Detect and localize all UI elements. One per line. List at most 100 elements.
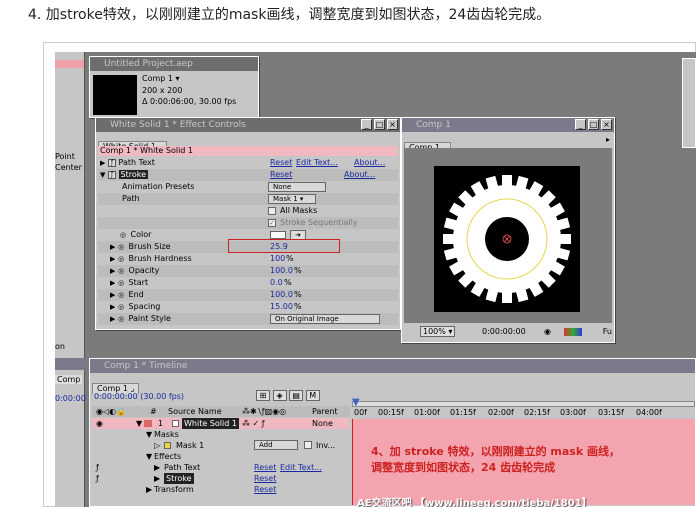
fx-toggle-icon[interactable]: ƒ: [108, 158, 116, 167]
reset-link[interactable]: Reset: [254, 462, 276, 473]
time-display[interactable]: 0:00:00:00: [482, 325, 526, 339]
paint-style-dropdown[interactable]: On Original Image: [270, 314, 380, 324]
motion-blur-icon[interactable]: M: [305, 390, 320, 401]
timeline-time[interactable]: 0:00:00:00 (30.00 fps): [94, 392, 184, 401]
expand-triangle-icon[interactable]: ▶: [154, 462, 160, 473]
start-value[interactable]: 0.0: [270, 277, 283, 289]
left-comp-tab[interactable]: Comp: [55, 375, 83, 384]
effect-name[interactable]: Stroke: [164, 473, 194, 484]
minimize-icon[interactable]: _: [361, 119, 372, 130]
collapse-triangle-icon[interactable]: ▼: [146, 451, 152, 462]
draft-3d-icon[interactable]: ◈: [272, 390, 287, 401]
eye-icon[interactable]: ◉: [96, 418, 103, 429]
reset-link[interactable]: Reset: [254, 484, 276, 495]
effect-row-stroke[interactable]: ▼ ƒ Stroke Reset About...: [98, 169, 398, 181]
comp-canvas[interactable]: [404, 148, 612, 323]
close-icon[interactable]: ×: [387, 119, 398, 130]
expand-triangle-icon[interactable]: ▶: [110, 301, 118, 313]
presets-dropdown[interactable]: None: [268, 182, 326, 192]
expand-triangle-icon[interactable]: ▶: [154, 473, 160, 484]
stopwatch-icon[interactable]: ◎: [118, 265, 126, 277]
path-dropdown[interactable]: Mask 1 ▾: [268, 194, 316, 204]
stopwatch-icon[interactable]: ◎: [118, 253, 126, 265]
effect-row-all-masks[interactable]: All Masks: [98, 205, 398, 217]
invert-checkbox[interactable]: [304, 441, 312, 449]
color-swatch[interactable]: [270, 231, 286, 239]
layer-row-stroke[interactable]: ƒ ▶ Stroke Reset: [92, 473, 350, 484]
stopwatch-icon[interactable]: ◎: [118, 241, 126, 253]
about-link[interactable]: About...: [354, 157, 385, 169]
stopwatch-icon[interactable]: ◎: [120, 229, 128, 241]
expand-triangle-icon[interactable]: ▶: [110, 277, 118, 289]
reset-link[interactable]: Reset: [270, 157, 292, 169]
comp-flowchart-icon[interactable]: ⊞: [256, 390, 270, 401]
expand-triangle-icon[interactable]: ▶: [110, 241, 118, 253]
layer-name[interactable]: White Solid 1: [182, 418, 239, 429]
expand-triangle-icon[interactable]: ▶: [110, 313, 118, 325]
col-parent[interactable]: Parent: [312, 406, 338, 417]
minimize-icon[interactable]: _: [575, 119, 586, 130]
comp-thumbnail: [93, 75, 137, 115]
end-value[interactable]: 100.0: [270, 289, 293, 301]
all-masks-checkbox[interactable]: [268, 207, 276, 215]
panel-menu-icon[interactable]: ▸: [606, 135, 610, 144]
collapse-triangle-icon[interactable]: ▼: [136, 418, 142, 429]
camera-icon[interactable]: ◉: [544, 325, 551, 339]
zoom-dropdown[interactable]: 100% ▾: [420, 326, 456, 337]
frame-blend-icon[interactable]: ▤: [289, 390, 304, 401]
switch-icons[interactable]: ⁂ ✓ ƒ: [242, 418, 265, 429]
mask-mode-dropdown[interactable]: Add: [254, 440, 298, 450]
expand-triangle-icon[interactable]: ▶: [110, 253, 118, 265]
col-source-name[interactable]: Source Name: [168, 406, 222, 417]
stopwatch-icon[interactable]: ◎: [118, 289, 126, 301]
layer-row-white-solid[interactable]: ◉ ▼ 1 White Solid 1 ⁂ ✓ ƒ None: [92, 418, 350, 429]
layer-row-path-text[interactable]: ƒ ▶ Path Text Reset Edit Text...: [92, 462, 350, 473]
expand-triangle-icon[interactable]: ▶: [146, 484, 152, 495]
effect-row-stroke-seq[interactable]: ✓ Stroke Sequentially: [98, 217, 398, 229]
expand-triangle-icon[interactable]: ▶: [110, 265, 118, 277]
viewer-right-label[interactable]: Fu: [603, 325, 612, 339]
gear-render: [434, 166, 580, 312]
expand-triangle-icon[interactable]: ▶: [110, 289, 118, 301]
parent-dropdown[interactable]: None: [312, 418, 333, 429]
reset-link[interactable]: Reset: [254, 473, 276, 484]
about-link[interactable]: About...: [344, 169, 375, 181]
stroke-seq-checkbox[interactable]: ✓: [268, 219, 276, 227]
reset-link[interactable]: Reset: [270, 169, 292, 181]
effect-row-path-text[interactable]: ▶ ƒ Path Text Reset Edit Text... About...: [98, 157, 398, 169]
project-window: Untitled Project.aep Comp 1 ▾ 200 x 200 …: [89, 56, 259, 118]
hardness-value[interactable]: 100: [270, 253, 285, 265]
effect-row-path: Path Mask 1 ▾: [98, 193, 398, 205]
playhead-icon[interactable]: ▼: [352, 397, 360, 408]
layer-row-transform[interactable]: ▶ Transform Reset: [92, 484, 350, 495]
fx-toggle-icon[interactable]: ƒ: [108, 170, 116, 179]
stopwatch-icon[interactable]: ◎: [118, 301, 126, 313]
expand-triangle-icon[interactable]: ▶: [100, 157, 108, 169]
time-ruler[interactable]: 00f 00:15f 01:00f 01:15f 02:00f 02:15f 0…: [352, 397, 695, 419]
effect-name[interactable]: Path Text: [164, 462, 200, 473]
project-comp-name[interactable]: Comp 1 ▾: [142, 74, 180, 83]
mask-name[interactable]: Mask 1: [176, 440, 204, 451]
layer-row-mask-1[interactable]: ▷ Mask 1 Add Inv...: [92, 440, 350, 451]
collapse-triangle-icon[interactable]: ▼: [146, 429, 152, 440]
label-color-icon[interactable]: [144, 420, 152, 427]
maximize-icon[interactable]: □: [374, 119, 385, 130]
opacity-value[interactable]: 100.0: [270, 265, 293, 277]
edit-text-link[interactable]: Edit Text...: [296, 157, 338, 169]
fx-toggle-icon[interactable]: ƒ: [96, 462, 99, 473]
edit-text-link[interactable]: Edit Text...: [280, 462, 322, 473]
spacing-value[interactable]: 15.00: [270, 301, 293, 313]
timeline-track-area[interactable]: 4、加 stroke 特效，以刚刚建立的 mask 画线， 调整宽度到如图状态，…: [352, 419, 695, 507]
stopwatch-icon[interactable]: ◎: [118, 277, 126, 289]
close-icon[interactable]: ×: [601, 119, 612, 130]
effect-row-paint-style: ▶ ◎ Paint Style On Original Image: [98, 313, 398, 325]
mask-color-icon[interactable]: [164, 442, 171, 449]
row-label: Paint Style: [128, 314, 171, 323]
maximize-icon[interactable]: □: [588, 119, 599, 130]
expand-triangle-icon[interactable]: ▷: [154, 440, 160, 451]
color-channel-icon[interactable]: [564, 328, 582, 336]
stopwatch-icon[interactable]: ◎: [118, 313, 126, 325]
group-label: Masks: [154, 430, 179, 439]
collapse-triangle-icon[interactable]: ▼: [100, 169, 108, 181]
fx-toggle-icon[interactable]: ƒ: [96, 473, 99, 484]
